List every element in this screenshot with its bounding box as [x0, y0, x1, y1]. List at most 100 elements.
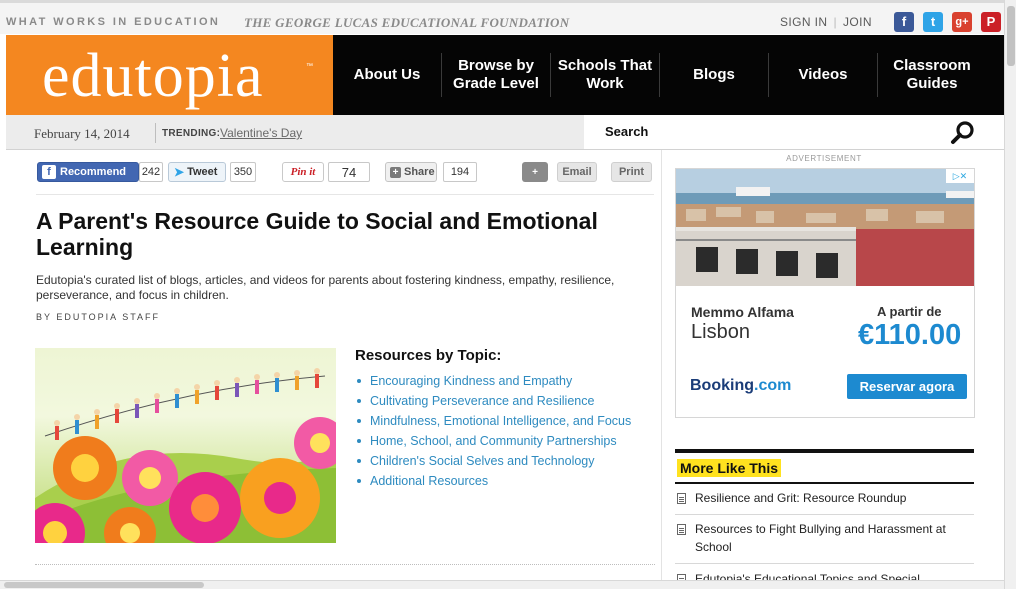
bullet: [357, 439, 361, 443]
document-icon: [677, 493, 686, 504]
share-count: 194: [443, 162, 477, 182]
article-title: A Parent's Resource Guide to Social and …: [36, 208, 598, 260]
topics-box: Resources by Topic: Encouraging Kindness…: [355, 347, 660, 491]
date-divider: [155, 123, 156, 143]
divider: [36, 194, 654, 195]
email-button[interactable]: Email: [557, 162, 597, 182]
topic-link-text: Additional Resources: [370, 474, 489, 488]
current-date: February 14, 2014: [34, 126, 130, 141]
vertical-scrollbar[interactable]: [1004, 0, 1016, 589]
topic-link-text: Children's Social Selves and Technology: [370, 454, 595, 468]
nav-about-us[interactable]: About Us: [333, 35, 441, 115]
topic-link-kindness[interactable]: Encouraging Kindness and Empathy: [355, 371, 660, 391]
article-column: f Recommend 242 ➤ Tweet 350 Pin it 74 + Sha…: [6, 150, 662, 580]
date-bar: February 14, 2014 TRENDING: Valentine's …: [6, 115, 584, 150]
bullet: [357, 419, 361, 423]
divider: [675, 482, 974, 484]
google-plus-icon[interactable]: g+: [952, 12, 972, 32]
topic-link-perseverance[interactable]: Cultivating Perseverance and Resilience: [355, 391, 660, 411]
recommend-count: 242: [139, 162, 163, 182]
ad-brand-logo: Booking.com: [690, 377, 791, 395]
topic-link-mindfulness[interactable]: Mindfulness, Emotional Intelligence, and…: [355, 411, 660, 431]
main-nav: About Us Browse by Grade Level Schools T…: [333, 35, 1005, 115]
ad-label: ADVERTISEMENT: [786, 154, 862, 163]
ad-hotel-name: Memmo Alfama: [691, 304, 794, 320]
divider: [35, 564, 655, 565]
recommend-label: Recommend: [60, 166, 127, 178]
divider: [675, 449, 974, 453]
logo-wordmark: edutopia: [42, 42, 264, 110]
related-article-link[interactable]: Resilience and Grit: Resource Roundup: [675, 489, 974, 515]
brand-name: Booking: [690, 377, 754, 394]
sidebar: ADVERTISEMENT ▷✕ Memmo Alfama Lisbon A p…: [663, 150, 1004, 586]
bullet: [357, 459, 361, 463]
page: WHAT WORKS IN EDUCATION THE GEORGE LUCAS…: [0, 0, 1016, 589]
share-button[interactable]: + Share: [385, 162, 437, 182]
related-article-link[interactable]: Resources to Fight Bullying and Harassme…: [675, 520, 974, 564]
nav-schools-that-work[interactable]: Schools That Work: [551, 35, 659, 115]
site-tagline: WHAT WORKS IN EDUCATION: [6, 16, 221, 28]
topic-link-additional[interactable]: Additional Resources: [355, 471, 660, 491]
tweet-label: Tweet: [187, 166, 218, 178]
horizontal-scrollbar[interactable]: [0, 580, 1004, 589]
account-links-separator: |: [833, 15, 838, 29]
tweet-count: 350: [230, 162, 256, 182]
topic-link-text: Home, School, and Community Partnerships: [370, 434, 617, 448]
article-dek: Edutopia's curated list of blogs, articl…: [36, 273, 615, 302]
trending-link[interactable]: Valentine's Day: [220, 126, 302, 140]
search-bar: Search: [584, 115, 1005, 150]
topic-link-text: Encouraging Kindness and Empathy: [370, 374, 573, 388]
related-article-title: Resources to Fight Bullying and Harassme…: [695, 522, 946, 554]
search-icon[interactable]: [950, 120, 976, 146]
join-link[interactable]: JOIN: [843, 15, 872, 29]
print-button[interactable]: Print: [611, 162, 652, 182]
facebook-icon[interactable]: f: [894, 12, 914, 32]
topic-link-home-school[interactable]: Home, School, and Community Partnerships: [355, 431, 660, 451]
sign-in-link[interactable]: SIGN IN: [780, 15, 827, 29]
pin-it-button[interactable]: Pin it: [282, 162, 324, 182]
bullet: [357, 479, 361, 483]
scrollbar-thumb[interactable]: [1007, 6, 1015, 66]
search-input[interactable]: [662, 121, 942, 143]
advertisement[interactable]: ▷✕ Memmo Alfama Lisbon A partir de €110.…: [675, 168, 975, 418]
logo-trademark: ™: [306, 63, 313, 70]
pin-count: 74: [328, 162, 370, 182]
scrollbar-thumb[interactable]: [4, 582, 204, 588]
document-icon: [677, 524, 686, 535]
pinterest-icon[interactable]: P: [981, 12, 1001, 32]
ad-book-button[interactable]: Reservar agora: [847, 374, 967, 399]
top-strip: WHAT WORKS IN EDUCATION THE GEORGE LUCAS…: [0, 0, 1004, 34]
related-article-title: Resilience and Grit: Resource Roundup: [695, 491, 907, 505]
topic-link-technology[interactable]: Children's Social Selves and Technology: [355, 451, 660, 471]
hero-illustration: [35, 348, 336, 543]
nav-videos[interactable]: Videos: [769, 35, 877, 115]
ad-city: Lisbon: [691, 321, 750, 343]
tweet-button[interactable]: ➤ Tweet: [168, 162, 226, 182]
nav-classroom-guides[interactable]: Classroom Guides: [878, 35, 986, 115]
account-links: SIGN IN | JOIN: [780, 15, 872, 29]
nav-blogs[interactable]: Blogs: [660, 35, 768, 115]
ad-choices-icon[interactable]: ▷✕: [946, 169, 974, 183]
ad-photo: [676, 169, 974, 286]
comment-icon[interactable]: +: [522, 162, 548, 182]
brand-domain: .com: [754, 377, 792, 394]
site-logo[interactable]: edutopia ™: [6, 35, 333, 115]
share-toolbar: f Recommend 242 ➤ Tweet 350 Pin it 74 + Sha…: [6, 162, 662, 184]
bullet: [357, 379, 361, 383]
plus-icon: +: [390, 166, 401, 178]
topic-link-text: Mindfulness, Emotional Intelligence, and…: [370, 414, 632, 428]
more-like-this-heading: More Like This: [677, 459, 782, 477]
nav-browse-by-grade[interactable]: Browse by Grade Level: [442, 35, 550, 115]
twitter-icon[interactable]: t: [923, 12, 943, 32]
article-byline: BY EDUTOPIA STAFF: [36, 312, 161, 322]
ad-price-label: A partir de: [877, 304, 942, 319]
topics-heading: Resources by Topic:: [355, 347, 502, 364]
bullet: [357, 399, 361, 403]
facebook-recommend-button[interactable]: f Recommend: [37, 162, 139, 182]
ad-price: €110.00: [858, 319, 962, 351]
search-label: Search: [605, 124, 649, 139]
topic-link-text: Cultivating Perseverance and Resilience: [370, 394, 595, 408]
facebook-icon: f: [42, 165, 56, 179]
foundation-name[interactable]: THE GEORGE LUCAS EDUCATIONAL FOUNDATION: [244, 15, 569, 31]
share-label: Share: [404, 166, 435, 178]
